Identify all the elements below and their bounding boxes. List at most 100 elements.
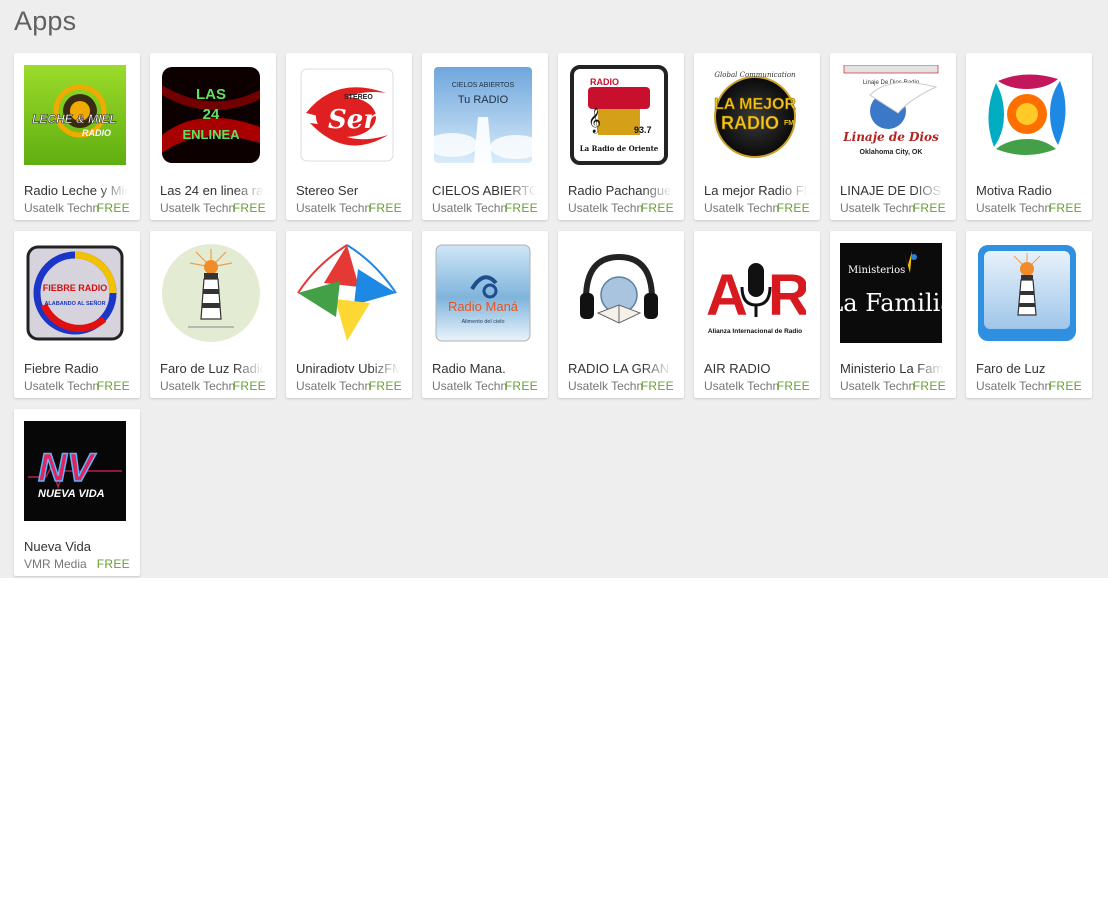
app-price: FREE [96,557,130,571]
app-card[interactable]: Motiva Radio Usatelk Technologies FREE [966,53,1092,220]
app-developer[interactable]: Usatelk Technologies [976,201,1050,215]
logo-text: ENLINEA [182,127,240,142]
app-title[interactable]: Stereo Ser [296,183,400,198]
app-card[interactable]: LAS 24 ENLINEA Las 24 en linea radio Usa… [150,53,276,220]
app-title[interactable]: Fiebre Radio [24,361,128,376]
apps-section: Apps LECHE & MIEL RADIO Radio Leche y Mi… [0,0,1108,578]
app-developer[interactable]: VMR Media [24,557,98,571]
app-card[interactable]: FIEBRE RADIO ALABANDO AL SEÑOR Fiebre Ra… [14,231,140,398]
logo-text: RADIO [590,77,619,87]
app-card[interactable]: Global Communication LA MEJOR RADIO FM L… [694,53,820,220]
app-price: FREE [776,379,810,393]
radio-mana-logo-icon: Radio Maná Alimento del cielo [432,243,534,343]
app-developer[interactable]: Usatelk Technologies [568,201,642,215]
logo-text: NUEVA VIDA [38,488,105,500]
faro-de-luz-blue-icon [976,243,1078,343]
app-price: FREE [368,379,402,393]
cielos-abiertos-logo-icon: CIELOS ABIERTOS Tu RADIO [432,65,534,165]
app-price: FREE [640,201,674,215]
logo-text: Alianza Internacional de Radio [708,328,802,335]
app-developer[interactable]: Usatelk Technologies [840,201,914,215]
uniradiotv-star-icon [296,243,398,343]
app-price: FREE [912,379,946,393]
logo-text: 93.7 [634,125,652,135]
app-price: FREE [232,379,266,393]
app-card[interactable]: Faro de Luz Usatelk Technologies FREE [966,231,1092,398]
app-developer[interactable]: Usatelk Technologies [568,379,642,393]
app-title[interactable]: LINAJE DE DIOS RADIO [840,183,944,198]
app-title[interactable]: Faro de Luz Radio [160,361,264,376]
app-developer[interactable]: Usatelk Technologies [24,379,98,393]
air-radio-microphone-icon: A R Alianza Internacional de Radio [704,243,806,343]
app-title[interactable]: Faro de Luz [976,361,1080,376]
app-title[interactable]: RADIO LA GRAN COMISION [568,361,672,376]
app-developer[interactable]: Usatelk Technologies [704,379,778,393]
app-title[interactable]: Las 24 en linea radio [160,183,264,198]
logo-text: STEREO [344,94,373,101]
app-price: FREE [96,379,130,393]
app-title[interactable]: Motiva Radio [976,183,1080,198]
section-title: Apps [14,6,77,36]
app-developer[interactable]: Usatelk Technologies [840,379,914,393]
app-developer[interactable]: Usatelk Technologies [160,201,234,215]
logo-text: LECHE & MIEL [32,112,117,126]
app-card[interactable]: A R Alianza Internacional de Radio AIR R… [694,231,820,398]
linaje-de-dios-logo-icon: Linaje De Dios Radio Linaje de Dios Okla… [840,65,942,165]
app-card[interactable]: Linaje De Dios Radio Linaje de Dios Okla… [830,53,956,220]
app-price: FREE [912,201,946,215]
leche-y-miel-logo-icon: LECHE & MIEL RADIO [24,65,126,165]
app-card[interactable]: Radio Maná Alimento del cielo Radio Mana… [422,231,548,398]
app-title[interactable]: CIELOS ABIERTOS TU RADIO [432,183,536,198]
radio-pachanguera-logo-icon: RADIO 𝄞 93.7 La Radio de Oriente [568,65,670,165]
app-card[interactable]: LECHE & MIEL RADIO Radio Leche y Miel Us… [14,53,140,220]
logo-text: Tu RADIO [458,94,509,106]
app-developer[interactable]: Usatelk Technologies [432,201,506,215]
app-title[interactable]: La mejor Radio FM [704,183,808,198]
app-card[interactable]: Ministerios La Familia Ministerio La Fam… [830,231,956,398]
app-developer[interactable]: Usatelk Technologies [24,201,98,215]
app-price: FREE [504,201,538,215]
logo-text: NV [38,446,97,490]
app-price: FREE [776,201,810,215]
app-developer[interactable]: Usatelk Technologies [432,379,506,393]
app-title[interactable]: Radio Pachanguera [568,183,672,198]
logo-text: La Radio de Oriente [580,144,659,153]
logo-text: 24 [203,106,220,123]
app-card[interactable]: Faro de Luz Radio Usatelk Technologies F… [150,231,276,398]
logo-text: LA MEJOR [714,96,797,113]
stereo-ser-logo-icon: STEREO Ser [296,65,398,165]
app-card[interactable]: NV NUEVA VIDA Nueva Vida VMR Media FREE [14,409,140,576]
app-title[interactable]: Radio Mana. [432,361,536,376]
la-mejor-radio-logo-icon: Global Communication LA MEJOR RADIO FM [704,65,806,165]
las-24-enlinea-logo-icon: LAS 24 ENLINEA [160,65,262,165]
logo-text: Oklahoma City, OK [860,149,923,156]
app-card[interactable]: Uniradiotv UbizFM Usatelk Technologies F… [286,231,412,398]
motiva-radio-logo-icon [976,65,1078,165]
app-price: FREE [504,379,538,393]
logo-text: La Familia [840,289,942,317]
app-developer[interactable]: Usatelk Technologies [704,201,778,215]
logo-text: CIELOS ABIERTOS [452,82,515,89]
app-title[interactable]: Ministerio La Familia [840,361,944,376]
app-card[interactable]: RADIO LA GRAN COMISION Usatelk Technolog… [558,231,684,398]
logo-text: Radio Maná [448,299,519,314]
logo-text: Linaje de Dios [842,130,939,144]
app-developer[interactable]: Usatelk Technologies [160,379,234,393]
ministerios-la-familia-logo-icon: Ministerios La Familia [840,243,942,343]
app-price: FREE [1048,379,1082,393]
logo-text: RADIO [82,128,111,138]
app-title[interactable]: Nueva Vida [24,539,128,554]
app-title[interactable]: AIR RADIO [704,361,808,376]
app-card[interactable]: RADIO 𝄞 93.7 La Radio de Oriente Radio P… [558,53,684,220]
app-price: FREE [640,379,674,393]
app-card[interactable]: STEREO Ser Stereo Ser Usatelk Technologi… [286,53,412,220]
app-developer[interactable]: Usatelk Technologies [296,379,370,393]
logo-text: FIEBRE RADIO [43,283,108,293]
app-card[interactable]: CIELOS ABIERTOS Tu RADIO CIELOS ABIERTOS… [422,53,548,220]
app-title[interactable]: Uniradiotv UbizFM [296,361,400,376]
app-price: FREE [232,201,266,215]
fiebre-radio-logo-icon: FIEBRE RADIO ALABANDO AL SEÑOR [24,243,126,343]
app-title[interactable]: Radio Leche y Miel [24,183,128,198]
app-developer[interactable]: Usatelk Technologies [976,379,1050,393]
app-developer[interactable]: Usatelk Technologies [296,201,370,215]
